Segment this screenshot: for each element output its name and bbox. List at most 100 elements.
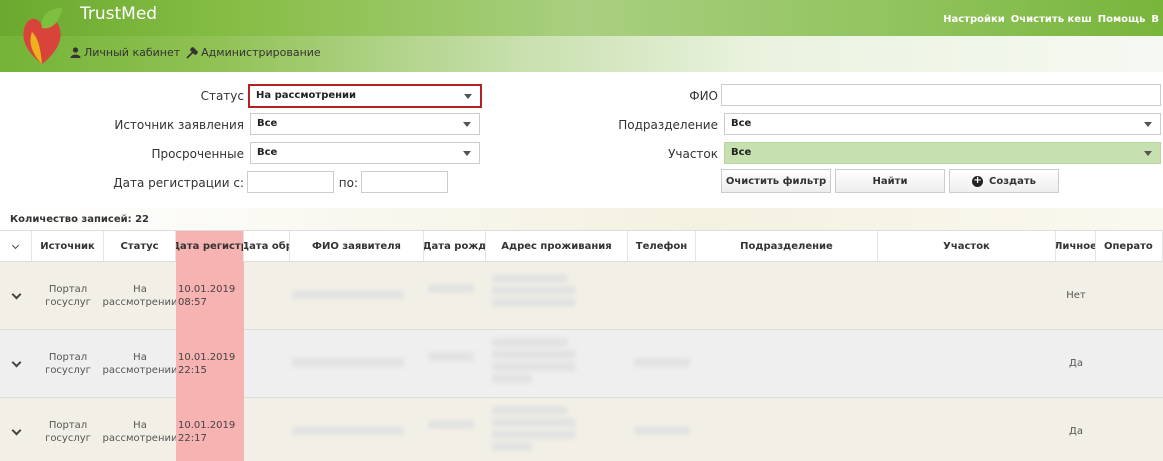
- blurred-name: [292, 290, 404, 299]
- column-source[interactable]: Источник: [32, 231, 104, 262]
- blurred-address: [492, 338, 568, 347]
- row-personal: Нет: [1066, 290, 1086, 302]
- table-row[interactable]: Портал госуслуг На рассмотрении 10.01.20…: [0, 398, 1163, 461]
- row-status: На рассмотрении: [102, 419, 178, 445]
- column-area[interactable]: Участок: [878, 231, 1056, 262]
- blurred-address: [492, 350, 576, 359]
- row-source: Портал госуслуг: [45, 351, 91, 377]
- plus-icon: +: [972, 175, 984, 187]
- chevron-down-icon: [11, 357, 21, 368]
- reg-date-from-label: Дата регистрации с:: [113, 176, 244, 190]
- clear-cache-link[interactable]: Очистить кеш: [1011, 14, 1092, 25]
- user-icon: [70, 47, 81, 58]
- chevron-down-icon: [11, 289, 21, 300]
- blurred-address: [492, 286, 576, 295]
- reg-date-to-input[interactable]: [361, 171, 448, 193]
- nav-administration[interactable]: Администрирование: [186, 46, 321, 59]
- row-expand-toggle[interactable]: [0, 330, 32, 398]
- column-address[interactable]: Адрес проживания: [486, 231, 628, 262]
- division-label: Подразделение: [618, 118, 718, 132]
- row-source: Портал госуслуг: [45, 419, 91, 445]
- row-reg-date: 10.01.2019 22:15: [176, 330, 244, 398]
- blurred-birth-date: [428, 420, 474, 429]
- nav-personal-cabinet[interactable]: Личный кабинет: [70, 46, 180, 59]
- chevron-down-icon: [1144, 122, 1152, 127]
- nav-administration-label: Администрирование: [201, 46, 321, 59]
- blurred-name: [292, 358, 404, 367]
- source-label: Источник заявления: [114, 118, 244, 132]
- blurred-address: [492, 418, 576, 427]
- reg-date-to-label: по:: [338, 176, 358, 190]
- exit-link[interactable]: В: [1151, 14, 1159, 25]
- blurred-birth-date: [428, 284, 474, 293]
- column-phone[interactable]: Телефон: [628, 231, 696, 262]
- clear-filter-button[interactable]: Очистить фильтр: [721, 169, 831, 193]
- chevron-down-icon: [11, 241, 20, 249]
- division-select[interactable]: Все: [724, 113, 1161, 135]
- row-personal: Да: [1069, 358, 1083, 370]
- create-button[interactable]: + Создать: [949, 169, 1059, 193]
- blurred-address: [492, 362, 576, 371]
- row-status: На рассмотрении: [102, 351, 178, 377]
- chevron-down-icon: [464, 94, 472, 99]
- blurred-name: [292, 426, 404, 435]
- blurred-address: [492, 430, 576, 439]
- chevron-down-icon: [11, 425, 21, 436]
- column-status[interactable]: Статус: [104, 231, 176, 262]
- column-reg-date[interactable]: Дата регистр: [176, 231, 244, 262]
- area-select-value: Все: [731, 147, 752, 158]
- blurred-phone: [634, 426, 690, 435]
- sub-navigation: Личный кабинет Администрирование: [70, 46, 321, 59]
- blurred-phone: [634, 358, 690, 367]
- overdue-select-value: Все: [257, 147, 278, 158]
- top-links: Настройки Очистить кеш Помощь В: [943, 14, 1159, 25]
- tools-icon: [186, 46, 199, 59]
- column-personal[interactable]: Личное: [1056, 231, 1096, 262]
- records-count: Количество записей: 22: [0, 208, 1163, 230]
- overdue-label: Просроченные: [151, 147, 244, 161]
- area-label: Участок: [668, 147, 718, 161]
- status-label: Статус: [200, 89, 244, 103]
- row-reg-date: 10.01.2019 22:17: [176, 398, 244, 461]
- row-expand-toggle[interactable]: [0, 398, 32, 461]
- column-birth-date[interactable]: Дата рожд: [424, 231, 486, 262]
- blurred-address: [492, 374, 532, 383]
- column-operator[interactable]: Операто: [1096, 231, 1163, 262]
- status-select-value: На рассмотрении: [256, 90, 357, 101]
- trustmed-logo-icon: [23, 8, 62, 64]
- area-select[interactable]: Все: [724, 142, 1161, 164]
- column-request-date[interactable]: Дата обр: [244, 231, 290, 262]
- table-header: Источник Статус Дата регистр Дата обр ФИ…: [0, 230, 1163, 262]
- chevron-down-icon: [1144, 151, 1152, 156]
- status-select[interactable]: На рассмотрении: [248, 84, 482, 108]
- blurred-address: [492, 274, 568, 283]
- division-select-value: Все: [731, 118, 752, 129]
- settings-link[interactable]: Настройки: [943, 14, 1005, 25]
- table-row[interactable]: Портал госуслуг На рассмотрении 10.01.20…: [0, 330, 1163, 398]
- column-division[interactable]: Подразделение: [696, 231, 878, 262]
- help-link[interactable]: Помощь: [1098, 14, 1146, 25]
- fio-label: ФИО: [689, 89, 718, 103]
- overdue-select[interactable]: Все: [250, 142, 480, 164]
- brand-name: TrustMed: [80, 4, 158, 24]
- row-status: На рассмотрении: [102, 283, 178, 309]
- source-select-value: Все: [257, 118, 278, 129]
- blurred-address: [492, 298, 576, 307]
- row-expand-toggle[interactable]: [0, 262, 32, 330]
- reg-date-from-input[interactable]: [247, 171, 334, 193]
- column-applicant-name[interactable]: ФИО заявителя: [290, 231, 424, 262]
- app-header: TrustMed Настройки Очистить кеш Помощь В…: [0, 0, 1163, 72]
- blurred-address: [492, 406, 568, 415]
- blurred-birth-date: [428, 352, 474, 361]
- blurred-address: [492, 442, 532, 451]
- nav-personal-cabinet-label: Личный кабинет: [84, 46, 181, 59]
- row-source: Портал госуслуг: [45, 283, 91, 309]
- fio-input[interactable]: [721, 84, 1161, 106]
- find-button[interactable]: Найти: [835, 169, 945, 193]
- expand-all-toggle[interactable]: [0, 231, 32, 262]
- row-personal: Да: [1069, 426, 1083, 438]
- source-select[interactable]: Все: [250, 113, 480, 135]
- chevron-down-icon: [463, 151, 471, 156]
- row-reg-date: 10.01.2019 08:57: [176, 262, 244, 330]
- table-row[interactable]: Портал госуслуг На рассмотрении 10.01.20…: [0, 262, 1163, 330]
